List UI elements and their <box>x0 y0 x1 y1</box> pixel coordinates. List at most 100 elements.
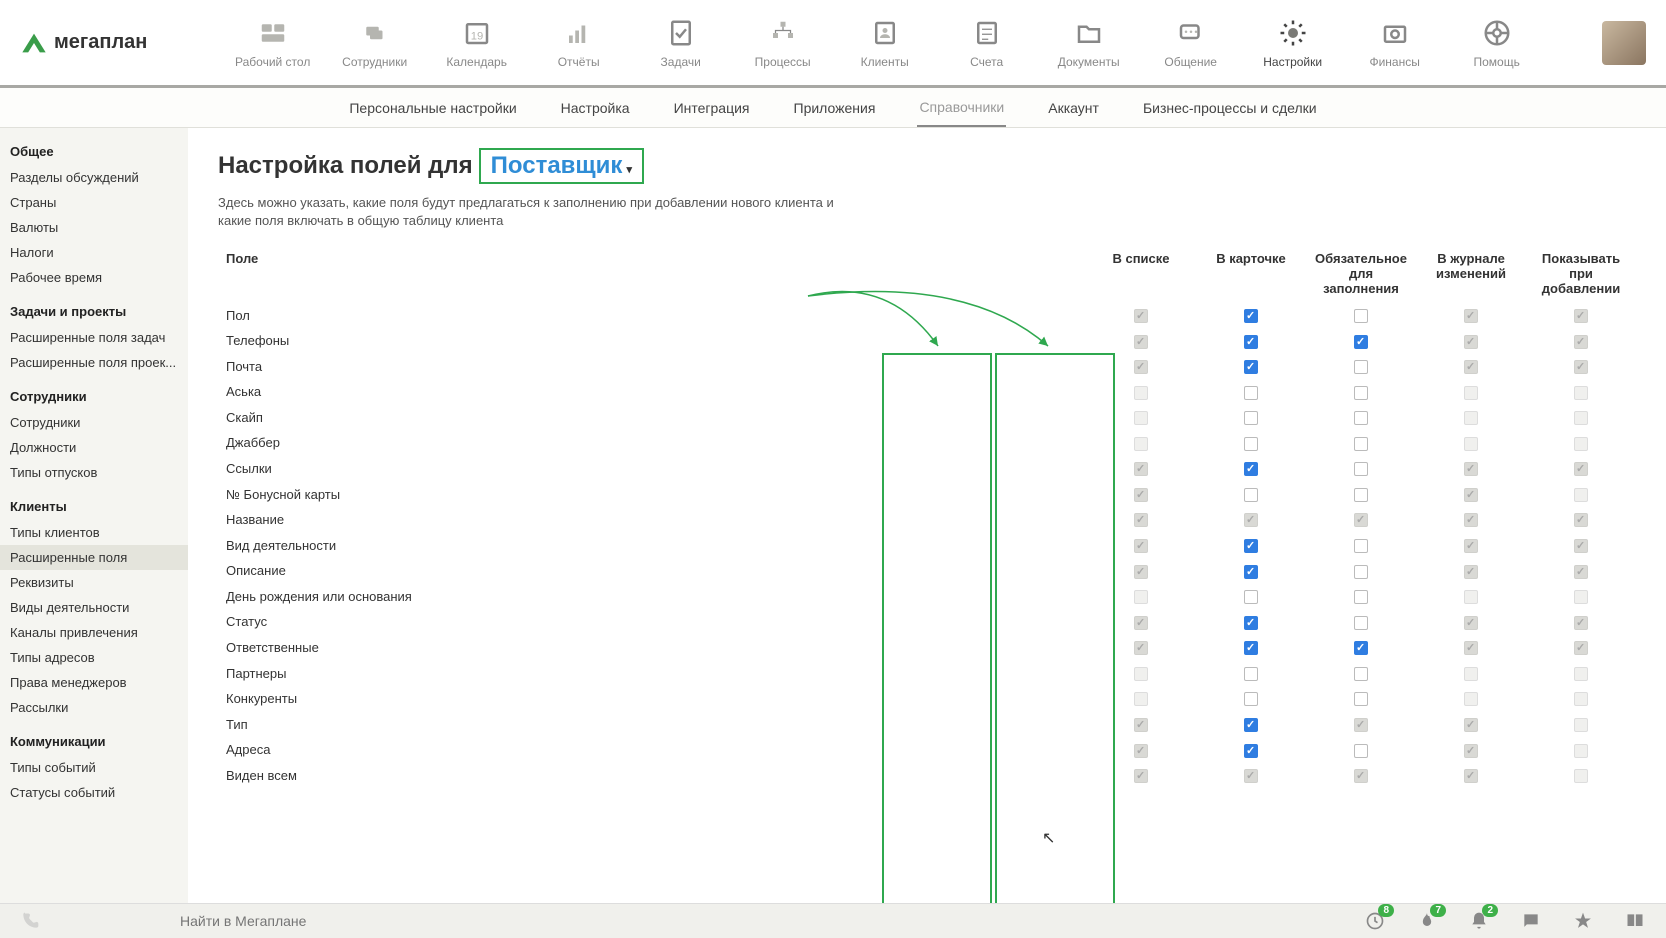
sidebar-item[interactable]: Налоги <box>0 240 188 265</box>
checkbox <box>1574 616 1588 630</box>
checkbox[interactable] <box>1354 744 1368 758</box>
checkbox[interactable] <box>1354 667 1368 681</box>
sidebar-item[interactable]: Типы отпусков <box>0 460 188 485</box>
avatar[interactable] <box>1602 21 1646 65</box>
sidebar-item[interactable]: Страны <box>0 190 188 215</box>
logo-icon <box>20 29 48 57</box>
star-icon[interactable] <box>1572 910 1594 932</box>
checkbox[interactable] <box>1354 360 1368 374</box>
field-name: Телефоны <box>218 328 1086 354</box>
field-name: Статус <box>218 609 1086 635</box>
checkbox[interactable] <box>1354 692 1368 706</box>
phone-icon[interactable] <box>20 911 40 931</box>
checkbox[interactable] <box>1244 641 1258 655</box>
subnav-6[interactable]: Бизнес-процессы и сделки <box>1141 90 1319 126</box>
client-type-dropdown[interactable]: Поставщик <box>479 148 644 184</box>
chat-icon[interactable] <box>1520 910 1542 932</box>
checkbox[interactable] <box>1244 692 1258 706</box>
field-name: День рождения или основания <box>218 584 1086 610</box>
checkbox[interactable] <box>1354 437 1368 451</box>
clock-icon[interactable]: 8 <box>1364 910 1386 932</box>
checkbox <box>1244 513 1258 527</box>
checkbox <box>1464 692 1478 706</box>
checkbox <box>1464 616 1478 630</box>
topnav-10[interactable]: Настройки <box>1247 17 1339 69</box>
sidebar-item[interactable]: Каналы привлечения <box>0 620 188 645</box>
checkbox[interactable] <box>1354 488 1368 502</box>
bell-icon[interactable]: 2 <box>1468 910 1490 932</box>
checkbox[interactable] <box>1244 462 1258 476</box>
checkbox <box>1354 718 1368 732</box>
checkbox[interactable] <box>1244 437 1258 451</box>
checkbox[interactable] <box>1354 539 1368 553</box>
subnav-1[interactable]: Настройка <box>559 90 632 126</box>
sidebar-item[interactable]: Валюты <box>0 215 188 240</box>
checkbox <box>1244 769 1258 783</box>
checkbox[interactable] <box>1244 360 1258 374</box>
sidebar-item[interactable]: Разделы обсуждений <box>0 165 188 190</box>
subnav-3[interactable]: Приложения <box>792 90 878 126</box>
checkbox[interactable] <box>1354 386 1368 400</box>
checkbox[interactable] <box>1244 590 1258 604</box>
topnav-12[interactable]: Помощь <box>1451 17 1543 69</box>
sidebar-item[interactable]: Расширенные поля задач <box>0 325 188 350</box>
search-input[interactable] <box>180 913 480 929</box>
sidebar-item[interactable]: Рассылки <box>0 695 188 720</box>
sidebar-item[interactable]: Типы событий <box>0 755 188 780</box>
checkbox[interactable] <box>1354 335 1368 349</box>
sidebar-item[interactable]: Рабочее время <box>0 265 188 290</box>
checkbox[interactable] <box>1244 539 1258 553</box>
sidebar-item[interactable]: Сотрудники <box>0 410 188 435</box>
sidebar-item[interactable]: Расширенные поля <box>0 545 188 570</box>
field-name: Скайп <box>218 405 1086 431</box>
subnav-4[interactable]: Справочники <box>917 89 1006 127</box>
checkbox[interactable] <box>1244 565 1258 579</box>
checkbox[interactable] <box>1244 411 1258 425</box>
fire-icon[interactable]: 7 <box>1416 910 1438 932</box>
sidebar-item[interactable]: Типы адресов <box>0 645 188 670</box>
sidebar-item[interactable]: Реквизиты <box>0 570 188 595</box>
topnav-2[interactable]: 19Календарь <box>431 17 523 69</box>
sidebar-item[interactable]: Права менеджеров <box>0 670 188 695</box>
topnav-1[interactable]: Сотрудники <box>329 17 421 69</box>
subnav-0[interactable]: Персональные настройки <box>347 90 518 126</box>
checkbox[interactable] <box>1244 718 1258 732</box>
topnav-7[interactable]: Счета <box>941 17 1033 69</box>
logo[interactable]: мегаплан <box>20 29 147 57</box>
sidebar-item[interactable]: Статусы событий <box>0 780 188 805</box>
topnav-8[interactable]: Документы <box>1043 17 1135 69</box>
topnav-6[interactable]: Клиенты <box>839 17 931 69</box>
topnav-9[interactable]: Общение <box>1145 17 1237 69</box>
sidebar-item[interactable]: Должности <box>0 435 188 460</box>
topnav-0[interactable]: Рабочий стол <box>227 17 319 69</box>
sidebar-item[interactable]: Виды деятельности <box>0 595 188 620</box>
checkbox[interactable] <box>1244 616 1258 630</box>
topnav-label: Общение <box>1164 55 1217 69</box>
checkbox[interactable] <box>1244 667 1258 681</box>
topnav-5[interactable]: Процессы <box>737 17 829 69</box>
checkbox <box>1464 667 1478 681</box>
checkbox[interactable] <box>1354 411 1368 425</box>
checkbox[interactable] <box>1244 309 1258 323</box>
checkbox[interactable] <box>1244 744 1258 758</box>
checkbox[interactable] <box>1354 462 1368 476</box>
checkbox[interactable] <box>1354 590 1368 604</box>
checkbox <box>1574 565 1588 579</box>
sidebar-item[interactable]: Расширенные поля проек... <box>0 350 188 375</box>
checkbox[interactable] <box>1354 309 1368 323</box>
book-icon[interactable] <box>1624 910 1646 932</box>
checkbox[interactable] <box>1244 335 1258 349</box>
checkbox[interactable] <box>1244 488 1258 502</box>
topnav-11[interactable]: Финансы <box>1349 17 1441 69</box>
subnav-2[interactable]: Интеграция <box>672 90 752 126</box>
checkbox[interactable] <box>1244 386 1258 400</box>
subnav-5[interactable]: Аккаунт <box>1046 90 1101 126</box>
topnav-4[interactable]: Задачи <box>635 17 727 69</box>
column-header: В списке <box>1086 245 1196 302</box>
checkbox <box>1464 488 1478 502</box>
sidebar-item[interactable]: Типы клиентов <box>0 520 188 545</box>
checkbox[interactable] <box>1354 565 1368 579</box>
checkbox[interactable] <box>1354 616 1368 630</box>
topnav-3[interactable]: Отчёты <box>533 17 625 69</box>
checkbox[interactable] <box>1354 641 1368 655</box>
